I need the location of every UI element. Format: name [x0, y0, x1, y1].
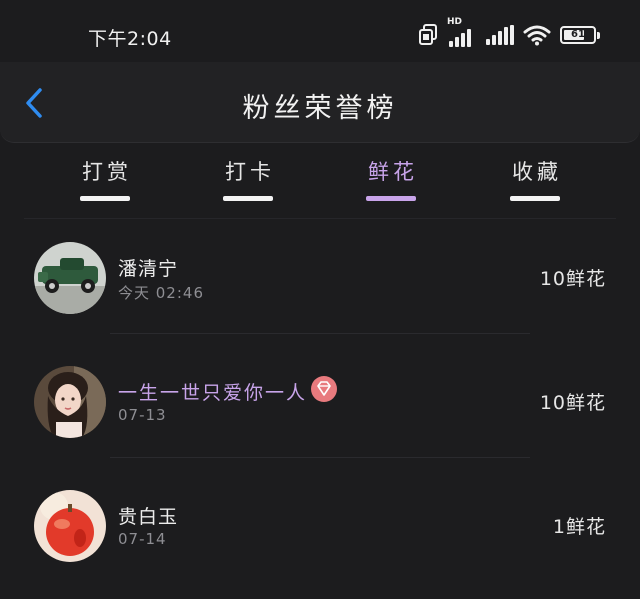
fan-time: 07-13 — [118, 406, 167, 424]
fan-time: 07-14 — [118, 530, 167, 548]
tab-tips[interactable]: 打赏 — [70, 156, 140, 201]
diamond-badge-icon — [311, 376, 337, 402]
status-bar: 下午2:04 HD 61 — [0, 0, 640, 62]
tab-flowers[interactable]: 鲜花 — [356, 156, 426, 201]
fan-name: 贵白玉 — [118, 506, 179, 528]
tab-favorites[interactable]: 收藏 — [500, 156, 570, 201]
tab-underline — [366, 196, 416, 201]
tab-underline — [223, 196, 273, 201]
status-time: 下午2:04 — [88, 28, 172, 50]
tab-label: 打卡 — [225, 160, 275, 184]
fan-name: 潘清宁 — [118, 258, 179, 280]
screen: 下午2:04 HD 61 粉丝荣誉榜 打赏 打卡 鲜花 收藏 潘清宁 今天 02… — [0, 0, 640, 599]
status-icons: HD 61 — [418, 17, 600, 48]
flower-count: 10鲜花 — [539, 392, 606, 414]
divider — [110, 457, 530, 458]
vintage-car-avatar[interactable] — [34, 242, 106, 314]
fan-time: 今天 02:46 — [118, 284, 204, 302]
tab-label: 打赏 — [82, 160, 132, 184]
tabs-divider — [24, 218, 616, 219]
list-item[interactable]: 潘清宁 今天 02:46 10鲜花 — [0, 224, 640, 334]
tab-label: 收藏 — [512, 160, 562, 184]
tab-underline — [510, 196, 560, 201]
tab-underline — [80, 196, 130, 201]
flower-count: 10鲜花 — [539, 268, 606, 290]
list-item[interactable]: 一生一世只爱你一人 07-13 10鲜花 — [0, 348, 640, 458]
divider — [110, 333, 530, 334]
hd-signal-icon: HD — [447, 17, 477, 47]
woman-portrait-avatar[interactable] — [34, 366, 106, 438]
list-item[interactable]: 贵白玉 07-14 1鲜花 — [0, 472, 640, 582]
red-fruit-avatar[interactable] — [34, 490, 106, 562]
dual-sim-icon — [419, 24, 437, 45]
battery-icon: 61 — [560, 26, 600, 44]
flower-count: 1鲜花 — [552, 516, 606, 538]
nav-bar: 粉丝荣誉榜 — [0, 62, 640, 143]
battery-level: 61 — [571, 29, 585, 40]
page-title: 粉丝荣誉榜 — [242, 93, 398, 124]
cellular-signal-icon — [486, 25, 514, 45]
tab-label: 鲜花 — [368, 160, 418, 184]
tab-bar: 打赏 打卡 鲜花 收藏 — [0, 148, 640, 210]
tab-checkin[interactable]: 打卡 — [213, 156, 283, 201]
wifi-icon — [523, 25, 551, 46]
hd-label: HD — [447, 17, 463, 27]
fan-name: 一生一世只爱你一人 — [118, 382, 308, 404]
